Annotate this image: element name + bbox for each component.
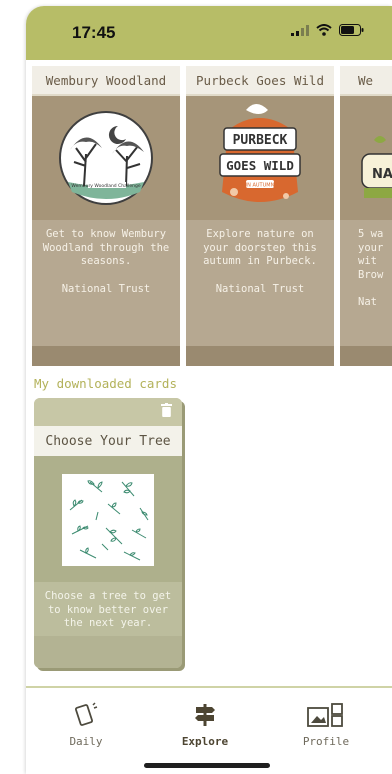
leaves-pattern-icon xyxy=(69,480,149,561)
phone-screen: 17:45 Wembury Woodland Wembury Woodland … xyxy=(26,6,392,774)
status-icons xyxy=(291,24,364,36)
tab-daily-label: Daily xyxy=(69,735,103,748)
card-description: Get to know Wembury Woodland through the… xyxy=(42,228,170,267)
downloaded-card-header xyxy=(34,398,182,426)
card-organization: National Trust xyxy=(215,282,305,295)
card-description: Explore nature on your doorstep this aut… xyxy=(203,228,317,267)
card-body: 5 wa your wit Brow Nat xyxy=(340,220,392,346)
downloaded-card-image-area xyxy=(34,456,182,582)
signal-icon xyxy=(291,24,309,36)
trash-icon[interactable] xyxy=(161,403,172,417)
card-partial[interactable]: We NA 5 wa your wit Brow Nat xyxy=(340,66,392,366)
purbeck-goes-wild-logo: PURBECK GOES WILD IN AUTUMN xyxy=(219,104,301,202)
tab-explore[interactable]: Explore xyxy=(165,702,245,748)
card-image: NA xyxy=(340,96,392,220)
card-footer xyxy=(186,346,334,366)
partial-card-logo: NA xyxy=(361,136,392,198)
wembury-logo-text: Wembury Woodland Challenge xyxy=(71,183,140,189)
profile-grid-icon xyxy=(307,703,343,727)
bottom-tab-bar: Daily Explore Profile xyxy=(26,686,392,774)
purbeck-logo-line2: GOES WILD xyxy=(226,158,294,173)
status-bar: 17:45 xyxy=(26,6,392,60)
card-organization: Nat xyxy=(358,296,377,308)
downloaded-card-description: Choose a tree to get to know better over… xyxy=(34,582,182,636)
card-wembury-woodland[interactable]: Wembury Woodland Wembury Woodland Challe… xyxy=(32,66,180,366)
card-body: Explore nature on your doorstep this aut… xyxy=(186,220,334,346)
card-footer xyxy=(32,346,180,366)
downloaded-section-title: My downloaded cards xyxy=(34,376,177,391)
tab-explore-label: Explore xyxy=(181,735,229,748)
card-body: Get to know Wembury Woodland through the… xyxy=(32,220,180,346)
battery-icon xyxy=(339,24,364,36)
card-title: Wembury Woodland xyxy=(32,66,180,96)
card-title: Purbeck Goes Wild xyxy=(186,66,334,96)
daily-cards-icon xyxy=(75,702,98,726)
status-time: 17:45 xyxy=(72,23,116,42)
card-description: 5 wa your wit Brow xyxy=(358,228,384,281)
downloaded-card-choose-your-tree[interactable]: Choose Your Tree Choose a tree to get to… xyxy=(34,398,182,668)
tab-profile[interactable]: Profile xyxy=(286,702,366,748)
home-indicator xyxy=(144,763,270,768)
tab-daily[interactable]: Daily xyxy=(46,702,126,748)
purbeck-logo-line1: PURBECK xyxy=(233,133,288,148)
card-image: PURBECK GOES WILD IN AUTUMN xyxy=(186,96,334,220)
card-purbeck-goes-wild[interactable]: Purbeck Goes Wild PURBECK GOES WILD IN A… xyxy=(186,66,334,366)
purbeck-logo-tag: IN AUTUMN xyxy=(246,183,275,189)
leaves-illustration xyxy=(62,474,154,566)
card-title: We xyxy=(340,66,392,96)
wembury-woodland-logo: Wembury Woodland Challenge xyxy=(59,111,153,205)
tab-profile-label: Profile xyxy=(302,735,350,748)
signpost-icon xyxy=(195,704,215,726)
downloaded-card-footer xyxy=(34,636,182,668)
downloaded-card-title: Choose Your Tree xyxy=(34,426,182,456)
partial-logo-text: NA xyxy=(372,167,392,182)
card-image: Wembury Woodland Challenge xyxy=(32,96,180,220)
wifi-icon xyxy=(316,24,332,36)
featured-cards: Wembury Woodland Wembury Woodland Challe… xyxy=(32,66,392,366)
card-footer xyxy=(340,346,392,366)
card-organization: National Trust xyxy=(61,282,151,295)
